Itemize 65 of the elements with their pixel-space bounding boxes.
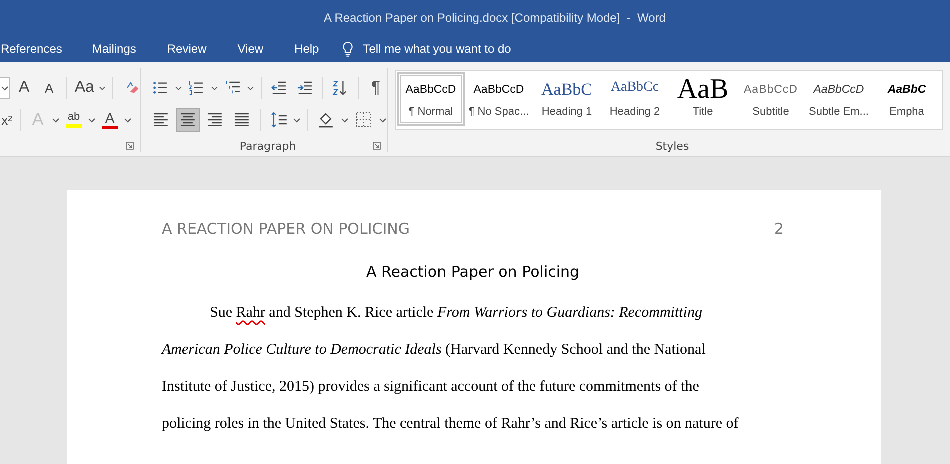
style-preview: AaBbCcD — [406, 83, 456, 98]
caret-icon — [341, 118, 350, 122]
style-name: Subtle Em... — [809, 106, 869, 118]
body-paragraph: Sue Rahr and Stephen K. Rice article From Warriors to Guardians: Recommitting American Police Culture to Democratic Ideals (Harvard Kennedy School and the National Institute of Justice, 2015) provides a significant account of the future commitments of the policing roles in the United States. The central theme of Rahr’s and Rice’s article is on nature of — [162, 304, 740, 434]
font-color-button[interactable]: A — [99, 108, 121, 132]
caret-icon — [88, 118, 96, 122]
align-center-button[interactable] — [176, 108, 200, 132]
menu-tab[interactable]: Mailings — [92, 42, 136, 56]
style-name: Heading 2 — [610, 106, 660, 118]
group-label: Paragraph — [240, 140, 296, 152]
align-right-icon — [206, 111, 224, 129]
style-preview: AaBbCcD — [474, 83, 524, 98]
group-label: Styles — [656, 140, 690, 152]
caret-icon — [247, 86, 255, 90]
caret-icon — [124, 118, 132, 122]
dialog-launcher-icon[interactable] — [373, 142, 381, 150]
style-name: Heading 1 — [542, 106, 592, 118]
menu-tab[interactable]: View — [238, 42, 264, 56]
caret-icon — [211, 86, 219, 90]
decrease-indent-icon — [270, 79, 288, 97]
running-head: A REACTION PAPER ON POLICING — [162, 220, 410, 238]
style-preview: AaBbCcD — [814, 83, 864, 98]
style-preview: AaBbC — [888, 83, 926, 98]
sort-icon — [332, 79, 350, 97]
style-preview: AaBbC — [542, 80, 592, 100]
style-name: ¶ No Spac... — [468, 106, 530, 118]
style-preview: AaB — [677, 80, 729, 100]
caret-icon — [52, 118, 60, 122]
style-name: Empha — [890, 106, 924, 118]
menu-tab[interactable]: Help — [294, 42, 320, 56]
caret-icon — [174, 86, 182, 90]
paint-bucket-icon — [317, 111, 336, 129]
page-number: 2 — [774, 220, 784, 238]
highlight-button[interactable]: ab — [63, 108, 85, 132]
document-title: A Reaction Paper on Policing — [365, 263, 581, 281]
caret-icon — [98, 86, 106, 90]
font-size-dropdown[interactable] — [0, 77, 10, 99]
style-preview: AaBbCc — [610, 80, 660, 97]
justify-icon — [232, 111, 250, 129]
change-case-button[interactable]: Aa — [73, 76, 96, 100]
align-left-icon — [152, 111, 170, 129]
caret-icon — [293, 118, 302, 122]
align-center-icon — [178, 111, 197, 129]
tell-me-field[interactable]: Tell me what you want to do — [342, 40, 564, 58]
bullets-icon — [152, 79, 169, 97]
window-title: A Reaction Paper on Policing.docx [Compatibility Mode] - Word — [324, 11, 666, 25]
show-formatting-button[interactable]: ¶ — [365, 76, 387, 100]
menu-tab[interactable]: References — [1, 42, 62, 56]
borders-icon — [355, 111, 374, 129]
dialog-launcher-icon[interactable] — [126, 142, 134, 150]
grow-font-button[interactable]: A — [13, 76, 36, 100]
superscript-button[interactable]: x² — [0, 108, 14, 132]
style-item[interactable]: AaBbCcD ¶ Normal — [397, 72, 465, 126]
lightbulb-icon — [342, 40, 354, 58]
menu-tab[interactable]: Review — [167, 42, 207, 56]
style-name: ¶ Normal — [408, 106, 454, 118]
increase-indent-icon — [296, 79, 314, 97]
numbering-icon — [188, 79, 206, 97]
style-name: Subtitle — [752, 106, 790, 118]
style-preview: AaBbCcD — [744, 83, 798, 98]
caret-icon — [0, 86, 9, 90]
caret-icon — [379, 118, 387, 122]
line-spacing-icon — [270, 111, 288, 129]
style-name: Title — [692, 106, 714, 118]
shrink-font-button[interactable]: A — [38, 76, 60, 100]
